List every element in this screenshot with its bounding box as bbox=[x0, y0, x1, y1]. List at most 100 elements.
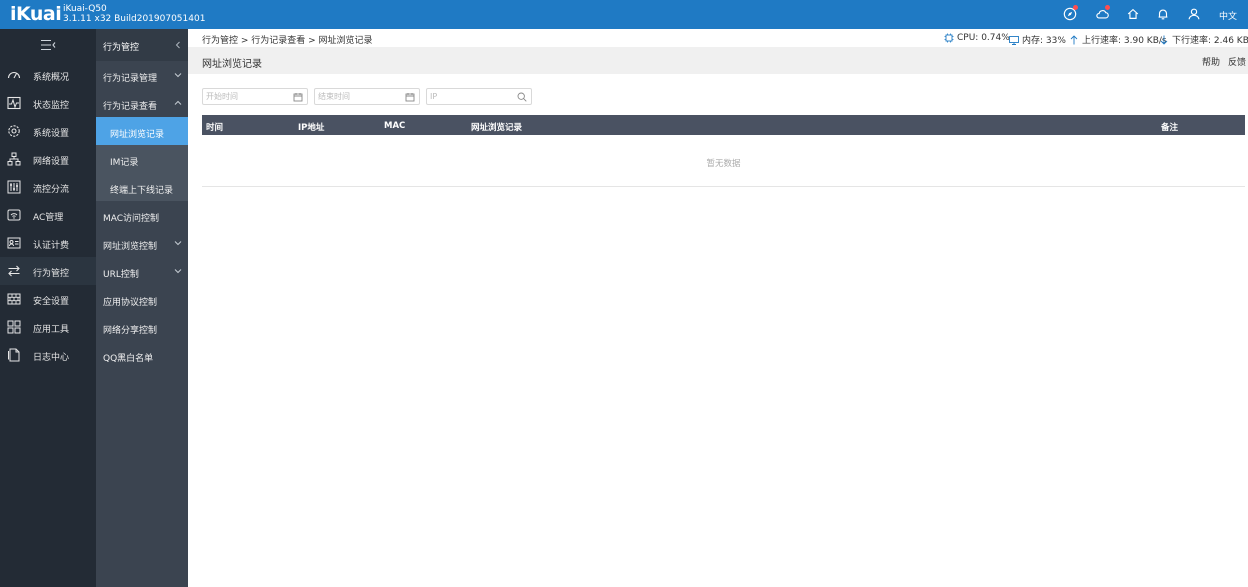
download-value: 下行速率: 2.46 KB/s bbox=[1172, 36, 1248, 46]
start-time-field[interactable] bbox=[202, 88, 308, 105]
sub-item-mac-access-control[interactable]: MAC访问控制 bbox=[96, 201, 188, 229]
nav-item-label: 流控分流 bbox=[33, 185, 70, 195]
start-time-input[interactable] bbox=[206, 90, 290, 103]
monitor-icon bbox=[7, 96, 21, 110]
main-nav: 系统概况 状态监控 系统设置 网络设置 流控分流 AC管理 认证计费 行为管控 … bbox=[0, 29, 96, 587]
nav-item-security[interactable]: 安全设置 bbox=[0, 285, 96, 313]
language-switch[interactable]: 中文 bbox=[1219, 9, 1237, 22]
sub-item-url-browsing-record[interactable]: 网址浏览记录 bbox=[96, 117, 188, 145]
sub-item-label: QQ黑白名单 bbox=[103, 354, 154, 364]
nav-item-log-center[interactable]: 日志中心 bbox=[0, 341, 96, 369]
column-header-ip[interactable]: IP地址 bbox=[298, 121, 324, 133]
top-bar: iKuai iKuai-Q50 3.1.11 x32 Build20190705… bbox=[0, 0, 1248, 29]
empty-text: 暂无数据 bbox=[706, 159, 741, 169]
help-link[interactable]: 帮助 bbox=[1202, 55, 1220, 68]
logo: iKuai bbox=[10, 3, 62, 25]
firewall-icon bbox=[7, 293, 21, 305]
sub-item-label: URL控制 bbox=[103, 270, 139, 280]
nav-item-label: 认证计费 bbox=[33, 241, 70, 251]
sub-item-label: 应用协议控制 bbox=[103, 298, 158, 308]
nav-item-label: 系统概况 bbox=[33, 73, 70, 83]
search-icon[interactable] bbox=[517, 92, 527, 102]
column-header-remark[interactable]: 备注 bbox=[1161, 121, 1178, 133]
chevron-down-icon bbox=[174, 73, 182, 78]
chevron-down-icon bbox=[174, 241, 182, 246]
nav-item-monitor[interactable]: 状态监控 bbox=[0, 89, 96, 117]
bell-icon[interactable] bbox=[1155, 6, 1171, 22]
calendar-icon bbox=[405, 93, 415, 102]
nav-item-network-settings[interactable]: 网络设置 bbox=[0, 145, 96, 173]
feedback-link[interactable]: 反馈 bbox=[1228, 55, 1246, 68]
gear-icon bbox=[8, 125, 20, 137]
ip-search-input[interactable] bbox=[430, 90, 514, 103]
chevron-left-icon[interactable] bbox=[174, 41, 182, 49]
sub-item-label: 网址浏览控制 bbox=[103, 242, 158, 252]
nav-item-system-settings[interactable]: 系统设置 bbox=[0, 117, 96, 145]
table-header: 时间 IP地址 MAC 网址浏览记录 备注 bbox=[202, 115, 1245, 135]
id-card-icon bbox=[7, 237, 21, 249]
column-header-time[interactable]: 时间 bbox=[206, 121, 223, 133]
sub-item-label: 网络分享控制 bbox=[103, 326, 158, 336]
dashboard-icon bbox=[7, 72, 21, 79]
ip-search-field[interactable] bbox=[426, 88, 532, 105]
menu-collapse-icon[interactable] bbox=[0, 29, 96, 61]
sub-nav-title: 行为管控 bbox=[103, 43, 140, 53]
nav-item-authentication[interactable]: 认证计费 bbox=[0, 229, 96, 257]
page-header: 网址浏览记录 帮助 反馈 bbox=[188, 47, 1248, 74]
notification-dot bbox=[1073, 5, 1078, 10]
home-icon[interactable] bbox=[1125, 6, 1141, 22]
sub-item-qq-blackwhite-list[interactable]: QQ黑白名单 bbox=[96, 341, 188, 369]
arrows-icon bbox=[8, 265, 20, 277]
upload-value: 上行速率: 3.90 KB/s bbox=[1082, 36, 1167, 46]
download-stat: 下行速率: 2.46 KB/s bbox=[1159, 33, 1248, 46]
notification-dot bbox=[1105, 5, 1110, 10]
device-model: iKuai-Q50 3.1.11 x32 Build201907051401 bbox=[63, 4, 205, 24]
nav-item-label: 状态监控 bbox=[33, 101, 70, 111]
device-name: iKuai-Q50 bbox=[63, 4, 107, 14]
sub-item-app-protocol-control[interactable]: 应用协议控制 bbox=[96, 285, 188, 313]
nav-item-ac-management[interactable]: AC管理 bbox=[0, 201, 96, 229]
sub-item-url-control[interactable]: URL控制 bbox=[96, 257, 188, 285]
upload-stat: 上行速率: 3.90 KB/s bbox=[1069, 33, 1167, 46]
sub-item-label: 行为记录管理 bbox=[103, 74, 158, 84]
sub-item-behavior-record-view[interactable]: 行为记录查看 bbox=[96, 89, 188, 117]
sub-item-terminal-online-record[interactable]: 终端上下线记录 bbox=[96, 173, 188, 201]
sub-item-label: 行为记录查看 bbox=[103, 102, 158, 112]
sub-nav-header: 行为管控 bbox=[96, 29, 188, 61]
breadcrumb: 行为管控 > 行为记录查看 > 网址浏览记录 bbox=[202, 36, 373, 46]
nav-item-app-tools[interactable]: 应用工具 bbox=[0, 313, 96, 341]
nav-item-traffic-control[interactable]: 流控分流 bbox=[0, 173, 96, 201]
firmware-version: 3.1.11 x32 Build201907051401 bbox=[63, 14, 206, 24]
nav-item-label: 行为管控 bbox=[33, 269, 70, 279]
user-icon[interactable] bbox=[1186, 6, 1202, 22]
chevron-up-icon bbox=[174, 100, 182, 105]
nav-item-label: 应用工具 bbox=[33, 325, 70, 335]
compass-icon[interactable] bbox=[1062, 5, 1078, 22]
cpu-value: CPU: 0.74% bbox=[957, 33, 1010, 43]
sub-item-label: 网址浏览记录 bbox=[110, 130, 165, 140]
table-empty-state: 暂无数据 bbox=[202, 135, 1245, 187]
calendar-icon bbox=[293, 93, 303, 102]
sub-item-behavior-record-management[interactable]: 行为记录管理 bbox=[96, 61, 188, 89]
nav-item-overview[interactable]: 系统概况 bbox=[0, 61, 96, 89]
column-header-url[interactable]: 网址浏览记录 bbox=[471, 121, 522, 133]
end-time-field[interactable] bbox=[314, 88, 420, 105]
memory-stat: 内存: 33% bbox=[1009, 33, 1066, 46]
sub-item-im-record[interactable]: IM记录 bbox=[96, 145, 188, 173]
nav-item-label: 安全设置 bbox=[33, 297, 70, 307]
memory-value: 内存: 33% bbox=[1022, 36, 1066, 46]
cpu-stat: CPU: 0.74% bbox=[944, 33, 1010, 43]
arrow-down-icon bbox=[1160, 35, 1168, 45]
nav-item-label: AC管理 bbox=[33, 213, 64, 223]
sub-item-network-share-control[interactable]: 网络分享控制 bbox=[96, 313, 188, 341]
end-time-input[interactable] bbox=[318, 90, 402, 103]
sub-item-url-browsing-control[interactable]: 网址浏览控制 bbox=[96, 229, 188, 257]
apps-icon bbox=[7, 320, 21, 334]
sliders-icon bbox=[7, 180, 21, 194]
sub-item-label: MAC访问控制 bbox=[103, 214, 160, 224]
memory-icon bbox=[1009, 35, 1019, 45]
nav-item-label: 网络设置 bbox=[33, 157, 70, 167]
nav-item-behavior-control[interactable]: 行为管控 bbox=[0, 257, 96, 285]
cloud-icon[interactable] bbox=[1094, 5, 1110, 22]
column-header-mac[interactable]: MAC bbox=[384, 121, 405, 131]
